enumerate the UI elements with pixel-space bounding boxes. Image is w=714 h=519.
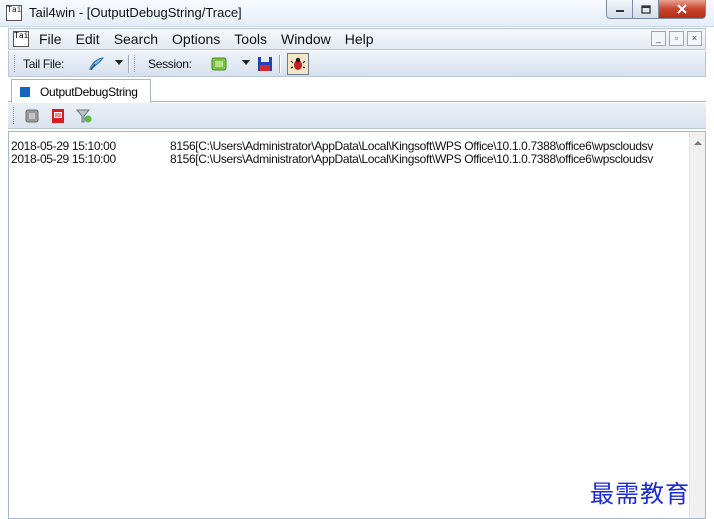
close-icon xyxy=(677,4,687,14)
vertical-scrollbar[interactable] xyxy=(689,132,705,518)
app-icon-text: Tail xyxy=(7,5,22,14)
menu-bar: Tail File Edit Search Options Tools Wind… xyxy=(8,28,706,50)
document-system-menu-icon[interactable]: Tail xyxy=(13,31,29,47)
menu-help[interactable]: Help xyxy=(345,31,374,47)
bug-icon xyxy=(290,57,306,70)
document-toolbar xyxy=(8,103,706,129)
toolbar-grip[interactable] xyxy=(13,107,16,124)
debug-capture-button[interactable] xyxy=(287,53,309,75)
menu-tools[interactable]: Tools xyxy=(234,31,267,47)
pause-icon[interactable] xyxy=(24,108,40,124)
menu-window[interactable]: Window xyxy=(281,31,331,47)
menu-file[interactable]: File xyxy=(39,31,62,47)
tab-outputdebugstring[interactable]: OutputDebugString xyxy=(11,79,151,103)
clear-log-icon[interactable] xyxy=(50,108,66,124)
tail-file-label: Tail File: xyxy=(23,57,65,71)
log-timestamp: 2018-05-29 15:10:00 xyxy=(11,139,116,153)
menu-search[interactable]: Search xyxy=(114,31,158,47)
mdi-icon-text: Tail xyxy=(14,31,29,40)
close-window-button[interactable] xyxy=(659,0,706,19)
minimize-window-button[interactable] xyxy=(606,0,633,19)
session-icon[interactable] xyxy=(210,55,228,73)
tab-label: OutputDebugString xyxy=(40,85,138,99)
document-restore-button[interactable]: ▫ xyxy=(669,31,684,46)
session-dropdown-arrow[interactable] xyxy=(242,60,250,65)
document-tab-strip: OutputDebugString xyxy=(8,78,706,103)
toolbar-separator xyxy=(128,55,130,73)
document-close-button[interactable]: × xyxy=(687,31,702,46)
maximize-window-button[interactable] xyxy=(633,0,659,19)
log-message: 8156[C:\Users\Administrator\AppData\Loca… xyxy=(170,139,653,153)
toolbar-grip[interactable] xyxy=(14,55,17,72)
blue-square-icon xyxy=(20,87,30,97)
scroll-up-arrow-icon[interactable] xyxy=(694,141,702,145)
log-view[interactable]: 2018-05-29 15:10:00 8156[C:\Users\Admini… xyxy=(8,131,706,519)
filter-icon[interactable] xyxy=(75,107,93,125)
app-icon[interactable]: Tail xyxy=(6,5,22,21)
main-toolbar: Tail File: Session: xyxy=(8,51,706,77)
session-label: Session: xyxy=(148,57,192,71)
menu-edit[interactable]: Edit xyxy=(76,31,100,47)
watermark-text: 最需教育 xyxy=(590,480,690,508)
maximize-icon xyxy=(640,4,651,14)
window-controls xyxy=(606,0,706,20)
tail-file-open-icon[interactable] xyxy=(87,55,105,73)
window-title: Tail4win - [OutputDebugString/Trace] xyxy=(29,5,242,20)
toolbar-separator xyxy=(279,55,281,73)
log-timestamp: 2018-05-29 15:10:00 xyxy=(11,152,116,166)
document-controls: _ ▫ × xyxy=(651,31,702,46)
toolbar-grip[interactable] xyxy=(134,55,137,72)
document-minimize-button[interactable]: _ xyxy=(651,31,666,46)
title-bar: Tail Tail4win - [OutputDebugString/Trace… xyxy=(0,0,714,27)
save-session-icon[interactable] xyxy=(256,55,274,73)
minimize-icon xyxy=(615,10,624,12)
menu-options[interactable]: Options xyxy=(172,31,220,47)
log-message: 8156[C:\Users\Administrator\AppData\Loca… xyxy=(170,152,653,166)
tail-file-dropdown-arrow[interactable] xyxy=(115,60,123,65)
